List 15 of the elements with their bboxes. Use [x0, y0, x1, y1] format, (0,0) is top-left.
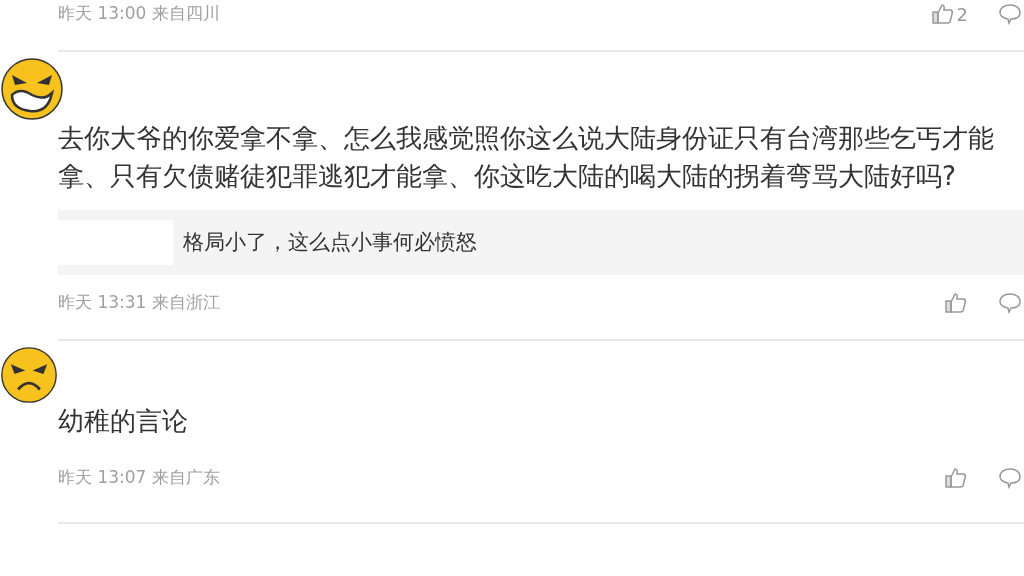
grinning-emoji-icon [0, 57, 64, 121]
like-count: 2 [956, 2, 968, 27]
comment-icon[interactable] [998, 2, 1022, 26]
comment-meta: 昨天 13:31 来自浙江 [58, 291, 221, 315]
comment-meta: 昨天 13:00 来自四川 [58, 2, 221, 26]
thumbs-up-icon[interactable] [944, 291, 968, 315]
thumbs-up-icon[interactable] [944, 466, 968, 490]
comment-meta: 昨天 13:07 来自广东 [58, 466, 221, 490]
comment-text: 去你大爷的你爱拿不拿、怎么我感觉照你这么说大陆身份证只有台湾那些乞丐才能拿、只有欠债赌徒犯罪逃犯才能拿、你这吃大陆的喝大陆的拐着弯骂大陆好吗? [57, 121, 995, 193]
angry-emoji-icon [0, 346, 58, 404]
reply-text: 格局小了，这么点小事何必愤怒 [182, 228, 477, 256]
thumbs-up-icon[interactable] [930, 2, 955, 26]
comment-text: 幼稚的言论 [57, 404, 189, 438]
comment-icon[interactable] [998, 466, 1022, 490]
comment-icon[interactable] [998, 291, 1022, 315]
